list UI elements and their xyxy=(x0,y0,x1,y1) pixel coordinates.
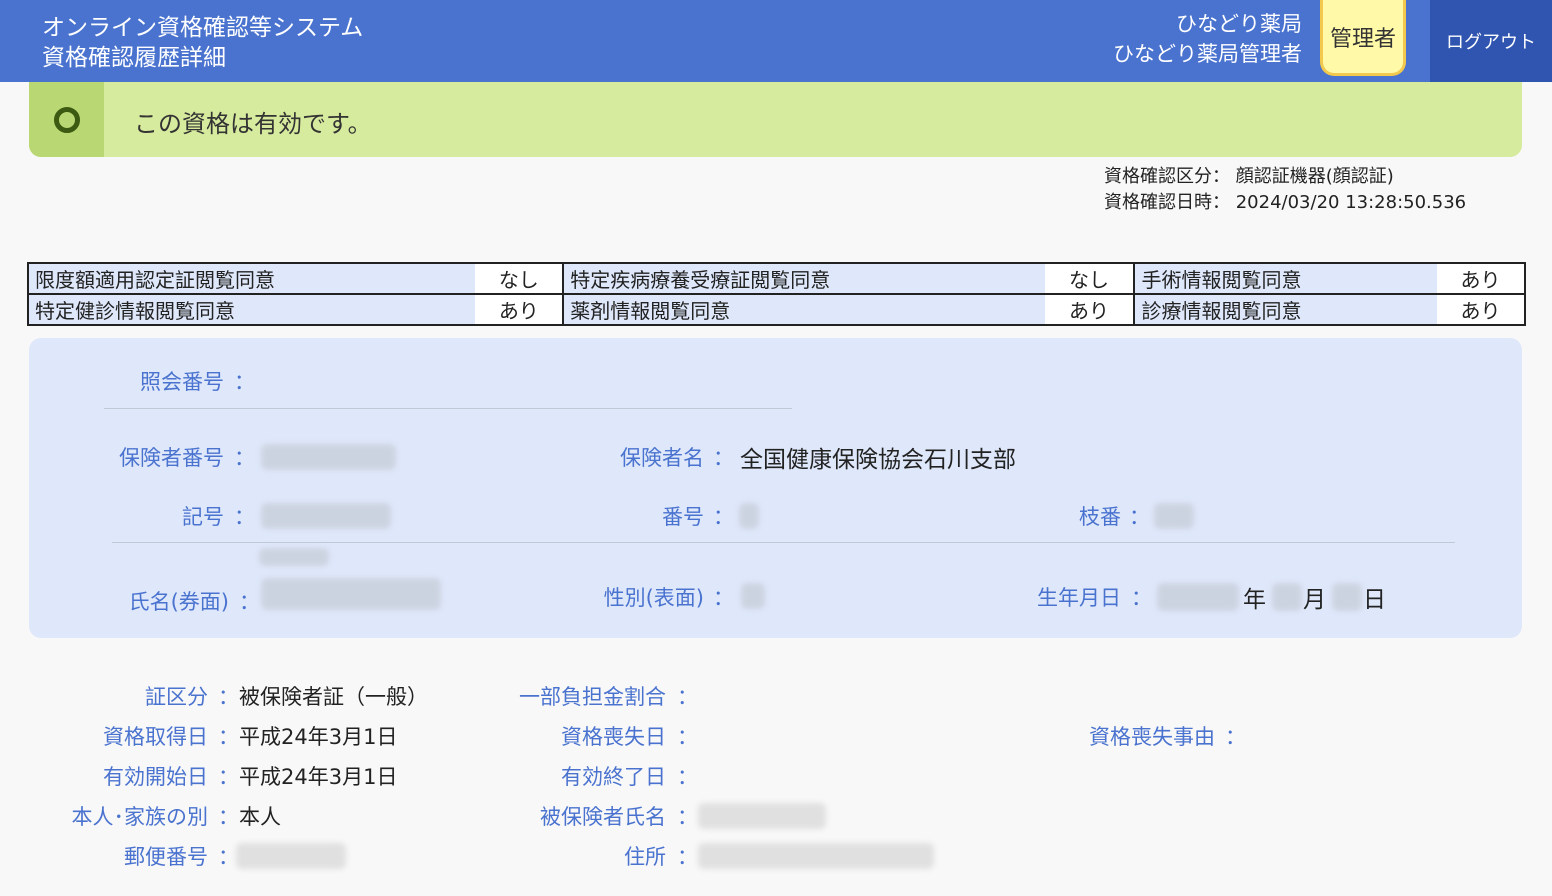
consent-row: 特定健診情報閲覧同意 あり 薬剤情報閲覧同意 あり 診療情報閲覧同意 あり xyxy=(26,293,1526,326)
name-redacted xyxy=(261,578,441,610)
consent-value: あり xyxy=(1437,262,1526,295)
check-category: 資格確認区分： 顔認証機器(顔認証) xyxy=(1104,162,1394,188)
consent-label: 手術情報閲覧同意 xyxy=(1133,262,1438,295)
colon: ： xyxy=(1129,505,1150,529)
birth-label: 生年月日 xyxy=(1037,586,1121,610)
insurer-name-value: 全国健康保険協会石川支部 xyxy=(740,447,1016,473)
colon: ： xyxy=(234,370,255,394)
insurer-no-redacted xyxy=(261,444,396,470)
birth-month-redacted xyxy=(1272,583,1302,611)
check-datetime-value: 2024/03/20 13:28:50.536 xyxy=(1235,192,1467,213)
branch-label: 枝番 xyxy=(1079,505,1121,529)
address-label: 住所 xyxy=(624,845,666,869)
check-category-label: 資格確認区分： xyxy=(1104,166,1230,187)
consent-label: 特定疾病療養受療証閲覧同意 xyxy=(562,262,1045,295)
consent-value: なし xyxy=(475,262,565,295)
number-redacted xyxy=(739,503,759,529)
system-name: オンライン資格確認等システム xyxy=(42,15,364,41)
symbol-redacted xyxy=(261,503,391,529)
consent-label: 特定健診情報閲覧同意 xyxy=(26,293,476,326)
colon: ： xyxy=(677,805,698,829)
check-category-value: 顔認証機器(顔認証) xyxy=(1235,166,1394,187)
colon: ： xyxy=(1131,586,1152,610)
copay-label: 一部負担金割合 xyxy=(519,685,666,709)
colon: ： xyxy=(218,685,239,709)
day-unit: 日 xyxy=(1363,587,1386,613)
consent-value: あり xyxy=(1437,293,1526,326)
status-icon-box xyxy=(29,82,104,157)
inquiry-no-label: 照会番号 xyxy=(140,370,224,394)
year-unit: 年 xyxy=(1243,587,1266,613)
consent-label: 薬剤情報閲覧同意 xyxy=(562,293,1045,326)
number-label: 番号 xyxy=(662,505,704,529)
consent-table: 限度額適用認定証閲覧同意 なし 特定疾病療養受療証閲覧同意 なし 手術情報閲覧同… xyxy=(26,262,1526,326)
colon: ： xyxy=(677,765,698,789)
symbol-label: 記号 xyxy=(182,505,224,529)
name-label: 氏名(券面) xyxy=(128,590,229,614)
address-redacted xyxy=(698,843,934,869)
gender-redacted xyxy=(741,583,765,609)
name-kana-redacted xyxy=(259,548,329,566)
status-banner: この資格は有効です。 xyxy=(29,82,1522,157)
colon: ： xyxy=(713,505,734,529)
cert-type-value: 被保険者証（一般） xyxy=(239,685,428,709)
month-unit: 月 xyxy=(1303,587,1326,613)
gender-label: 性別(表面) xyxy=(603,586,704,610)
role-badge: 管理者 xyxy=(1320,0,1406,76)
consent-label: 限度額適用認定証閲覧同意 xyxy=(26,262,476,295)
divider xyxy=(104,408,792,409)
logout-button[interactable]: ログアウト xyxy=(1430,0,1552,82)
colon: ： xyxy=(218,765,239,789)
colon: ： xyxy=(234,446,255,470)
colon: ： xyxy=(677,845,698,869)
colon: ： xyxy=(713,586,734,610)
acquired-date-label: 資格取得日 xyxy=(103,725,208,749)
colon: ： xyxy=(234,505,255,529)
birth-year-redacted xyxy=(1157,583,1239,611)
colon: ： xyxy=(677,685,698,709)
consent-value: あり xyxy=(1044,293,1136,326)
colon: ： xyxy=(677,725,698,749)
valid-start-label: 有効開始日 xyxy=(103,765,208,789)
colon: ： xyxy=(218,725,239,749)
postal-code-label: 郵便番号 xyxy=(124,845,208,869)
colon: ： xyxy=(218,805,239,829)
acquired-date-value: 平成24年3月1日 xyxy=(239,725,398,749)
insured-name-label: 被保険者氏名 xyxy=(540,805,666,829)
colon: ： xyxy=(239,590,260,614)
insurance-info-card: 照会番号 ： 保険者番号 ： 保険者名 ： 全国健康保険協会石川支部 記号 ： … xyxy=(29,338,1522,638)
cert-type-label: 証区分 xyxy=(145,685,208,709)
colon: ： xyxy=(713,446,734,470)
relation-value: 本人 xyxy=(239,805,281,829)
check-datetime-label: 資格確認日時： xyxy=(1104,192,1230,213)
branch-redacted xyxy=(1154,503,1194,529)
page-title: 資格確認履歴詳細 xyxy=(42,45,226,71)
lost-date-label: 資格喪失日 xyxy=(561,725,666,749)
consent-value: あり xyxy=(475,293,565,326)
insured-name-redacted xyxy=(698,803,826,829)
circle-icon xyxy=(53,106,80,133)
relation-label: 本人･家族の別 xyxy=(71,805,209,829)
valid-end-label: 有効終了日 xyxy=(561,765,666,789)
divider xyxy=(112,542,1455,543)
insurer-name-label: 保険者名 xyxy=(620,446,704,470)
birth-day-redacted xyxy=(1332,583,1362,611)
status-message: この資格は有効です。 xyxy=(134,110,372,138)
valid-start-value: 平成24年3月1日 xyxy=(239,765,398,789)
consent-row: 限度額適用認定証閲覧同意 なし 特定疾病療養受療証閲覧同意 なし 手術情報閲覧同… xyxy=(26,262,1526,295)
consent-value: なし xyxy=(1044,262,1136,295)
pharmacy-name: ひなどり薬局 xyxy=(1176,12,1302,36)
user-name: ひなどり薬局管理者 xyxy=(1113,42,1302,66)
consent-label: 診療情報閲覧同意 xyxy=(1133,293,1438,326)
colon: ： xyxy=(1225,725,1246,749)
check-datetime: 資格確認日時： 2024/03/20 13:28:50.536 xyxy=(1104,188,1466,214)
postal-code-redacted xyxy=(236,843,346,869)
insurer-no-label: 保険者番号 xyxy=(119,446,224,470)
lost-reason-label: 資格喪失事由 xyxy=(1089,725,1215,749)
app-header: オンライン資格確認等システム 資格確認履歴詳細 ひなどり薬局 ひなどり薬局管理者… xyxy=(0,0,1552,82)
